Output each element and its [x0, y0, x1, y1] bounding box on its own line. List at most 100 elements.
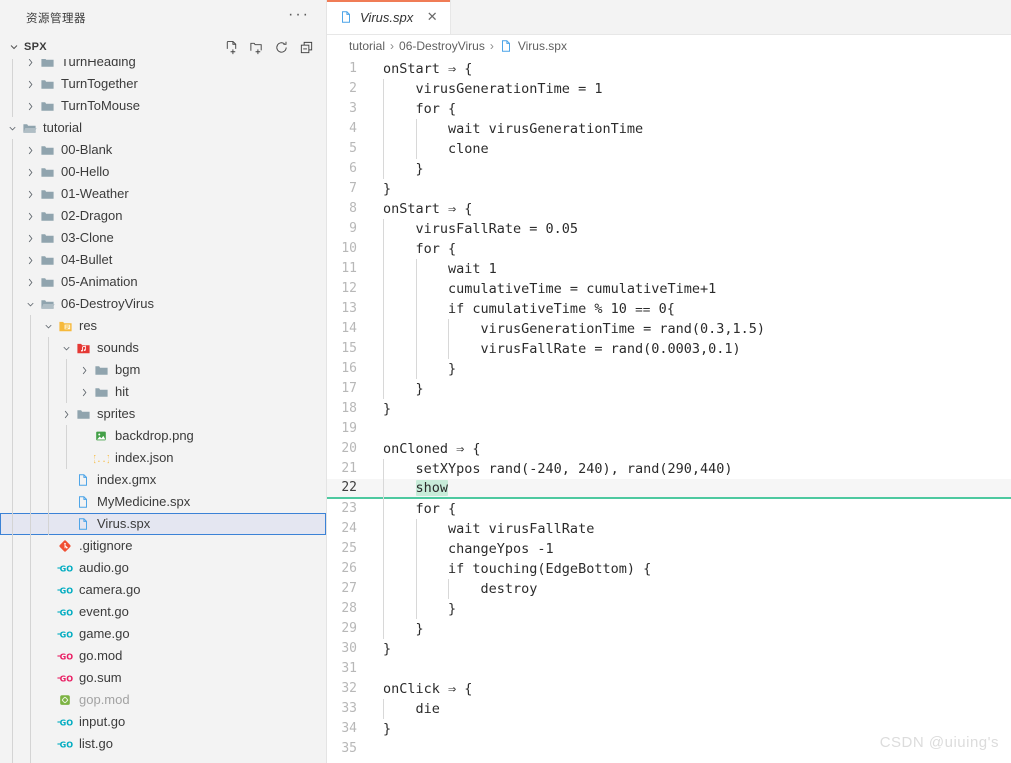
- code-line[interactable]: 8 onStart ⇒ {: [327, 199, 1011, 219]
- tree-item-05-animation[interactable]: 05-Animation: [0, 271, 326, 293]
- code-line[interactable]: 10 for {: [327, 239, 1011, 259]
- tree-item-turntomouse[interactable]: TurnToMouse: [0, 95, 326, 117]
- chevron-right-icon[interactable]: [22, 208, 38, 224]
- code-line[interactable]: 24 wait virusFallRate: [327, 519, 1011, 539]
- tree-indent-guide: [66, 359, 67, 403]
- refresh-icon[interactable]: [273, 39, 289, 55]
- code-line[interactable]: 32 onClick ⇒ {: [327, 679, 1011, 699]
- tree-item-06-destroyvirus[interactable]: 06-DestroyVirus: [0, 293, 326, 315]
- chevron-right-icon[interactable]: [22, 252, 38, 268]
- code-line[interactable]: 15 virusFallRate = rand(0.0003,0.1): [327, 339, 1011, 359]
- chevron-right-icon[interactable]: [22, 59, 38, 70]
- code-line[interactable]: 3 for {: [327, 99, 1011, 119]
- chevron-right-icon[interactable]: [22, 230, 38, 246]
- code-line[interactable]: 18}: [327, 399, 1011, 419]
- tab-label: Virus.spx: [360, 9, 414, 25]
- chevron-down-icon[interactable]: [40, 318, 56, 334]
- code-line-active[interactable]: 22 show: [327, 479, 1011, 499]
- tree-item-label: Virus.spx: [97, 516, 151, 531]
- new-folder-icon[interactable]: [248, 39, 264, 55]
- code-editor[interactable]: 1 onStart ⇒ {2 virusGenerationTime = 13 f…: [327, 57, 1011, 763]
- code-text: }: [383, 381, 424, 397]
- code-line[interactable]: 25 changeYpos -1: [327, 539, 1011, 559]
- chevron-right-icon[interactable]: [76, 384, 92, 400]
- code-line[interactable]: 30}: [327, 639, 1011, 659]
- tree-item-00-hello[interactable]: 00-Hello: [0, 161, 326, 183]
- code-line[interactable]: 14 virusGenerationTime = rand(0.3,1.5): [327, 319, 1011, 339]
- chevron-right-icon[interactable]: [22, 98, 38, 114]
- code-line[interactable]: 16 }: [327, 359, 1011, 379]
- chevron-down-icon[interactable]: [58, 340, 74, 356]
- tree-item-00-blank[interactable]: 00-Blank: [0, 139, 326, 161]
- breadcrumb-item[interactable]: Virus.spx: [518, 39, 567, 53]
- close-icon[interactable]: ✕: [424, 9, 440, 25]
- tree-item-res[interactable]: res: [0, 315, 326, 337]
- code-line[interactable]: 9 virusFallRate = 0.05: [327, 219, 1011, 239]
- code-line[interactable]: 5 clone: [327, 139, 1011, 159]
- chevron-right-icon[interactable]: [22, 186, 38, 202]
- code-line[interactable]: 4 wait virusGenerationTime: [327, 119, 1011, 139]
- tree-item-gitignore[interactable]: .gitignore: [0, 535, 326, 557]
- explorer-more-actions-icon[interactable]: ···: [284, 6, 314, 25]
- folder-icon: [38, 186, 56, 202]
- tree-item-audio-go[interactable]: GO audio.go: [0, 557, 326, 579]
- code-line[interactable]: 1 onStart ⇒ {: [327, 59, 1011, 79]
- tree-item-game-go[interactable]: GO game.go: [0, 623, 326, 645]
- file-icon: [74, 472, 92, 488]
- collapse-all-icon[interactable]: [298, 39, 314, 55]
- tree-item-04-bullet[interactable]: 04-Bullet: [0, 249, 326, 271]
- explorer-title: 资源管理器: [26, 12, 86, 25]
- tree-item-go-mod[interactable]: GO go.mod: [0, 645, 326, 667]
- go-icon: GO: [56, 604, 74, 620]
- tree-item-tutorial[interactable]: tutorial: [0, 117, 326, 139]
- tree-item-gop-mod[interactable]: gop.mod: [0, 689, 326, 711]
- code-line[interactable]: 2 virusGenerationTime = 1: [327, 79, 1011, 99]
- code-line[interactable]: 27 destroy: [327, 579, 1011, 599]
- breadcrumb-item[interactable]: 06-DestroyVirus: [399, 39, 485, 53]
- code-line[interactable]: 11 wait 1: [327, 259, 1011, 279]
- tree-item-list-go[interactable]: GO list.go: [0, 733, 326, 755]
- chevron-down-icon[interactable]: [22, 296, 38, 312]
- code-line[interactable]: 6 }: [327, 159, 1011, 179]
- code-indent-guide: [383, 699, 384, 719]
- tree-item-03-clone[interactable]: 03-Clone: [0, 227, 326, 249]
- code-line[interactable]: 33 die: [327, 699, 1011, 719]
- tab-virus-spx[interactable]: Virus.spx ✕: [327, 0, 452, 34]
- tree-item-camera-go[interactable]: GO camera.go: [0, 579, 326, 601]
- chevron-right-icon[interactable]: [22, 76, 38, 92]
- code-line[interactable]: 28 }: [327, 599, 1011, 619]
- tree-item-02-dragon[interactable]: 02-Dragon: [0, 205, 326, 227]
- code-line[interactable]: 23 for {: [327, 499, 1011, 519]
- chevron-down-icon[interactable]: [4, 120, 20, 136]
- tree-item-go-sum[interactable]: GO go.sum: [0, 667, 326, 689]
- tree-item-label: hit: [115, 384, 129, 399]
- code-line[interactable]: 13 if cumulativeTime % 10 ⩵ 0{: [327, 299, 1011, 319]
- code-line[interactable]: 12 cumulativeTime = cumulativeTime+1: [327, 279, 1011, 299]
- breadcrumb-item[interactable]: tutorial: [349, 39, 385, 53]
- code-line[interactable]: 19: [327, 419, 1011, 439]
- code-line[interactable]: 31: [327, 659, 1011, 679]
- file-tree[interactable]: TurnHeading TurnTogether TurnToMouse tutori…: [0, 59, 326, 763]
- code-line[interactable]: 7}: [327, 179, 1011, 199]
- line-number: 8: [349, 201, 357, 216]
- code-line[interactable]: 29 }: [327, 619, 1011, 639]
- code-line[interactable]: 20 onCloned ⇒ {: [327, 439, 1011, 459]
- new-file-icon[interactable]: [223, 39, 239, 55]
- tree-item-measure-go[interactable]: GO measure.go: [0, 755, 326, 763]
- chevron-right-icon[interactable]: [58, 406, 74, 422]
- code-line[interactable]: 26 if touching(EdgeBottom) {: [327, 559, 1011, 579]
- chevron-right-icon[interactable]: [76, 362, 92, 378]
- code-line[interactable]: 21 setXYpos rand(-240, 240), rand(290,44…: [327, 459, 1011, 479]
- tree-item-turntogether[interactable]: TurnTogether: [0, 73, 326, 95]
- tree-item-input-go[interactable]: GO input.go: [0, 711, 326, 733]
- tree-item-turnheading[interactable]: TurnHeading: [0, 59, 326, 73]
- explorer-section-spx[interactable]: SPX: [0, 35, 326, 59]
- line-number: 19: [341, 421, 357, 436]
- tree-item-01-weather[interactable]: 01-Weather: [0, 183, 326, 205]
- tree-item-label: sounds: [97, 340, 139, 355]
- chevron-right-icon[interactable]: [22, 142, 38, 158]
- chevron-right-icon[interactable]: [22, 164, 38, 180]
- chevron-right-icon[interactable]: [22, 274, 38, 290]
- tree-item-event-go[interactable]: GO event.go: [0, 601, 326, 623]
- code-line[interactable]: 17 }: [327, 379, 1011, 399]
